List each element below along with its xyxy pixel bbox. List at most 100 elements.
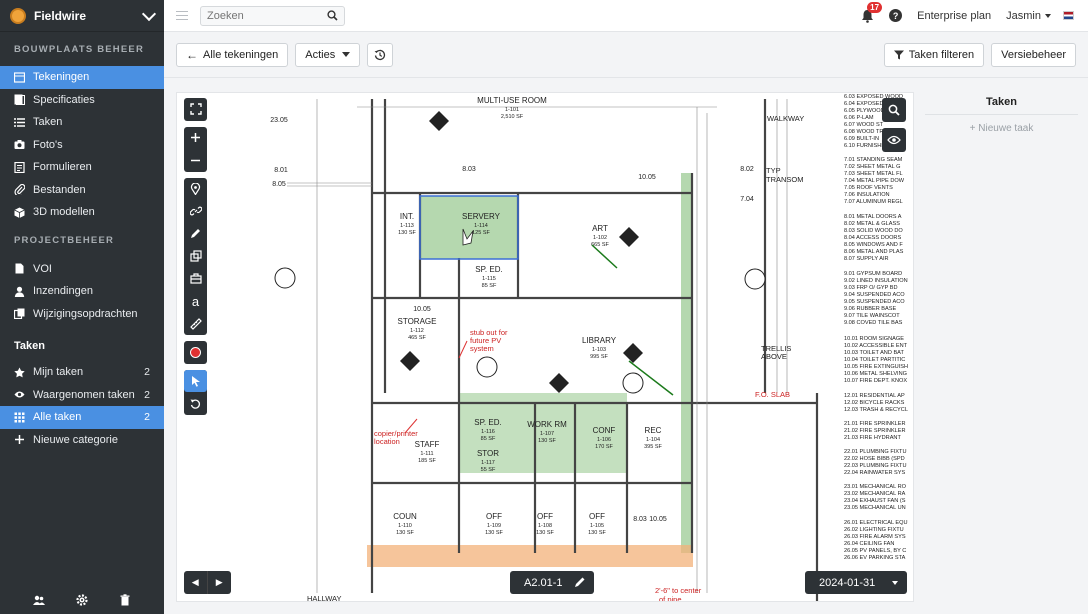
flag-nl-icon[interactable] — [1063, 11, 1074, 20]
caret-down-icon[interactable] — [1045, 13, 1051, 18]
project-switcher[interactable]: Fieldwire — [0, 0, 164, 32]
paperclip-icon — [14, 184, 25, 196]
nav-label: Formulieren — [33, 161, 92, 174]
legend-entry: 8.06 METAL AND PLAS — [844, 249, 904, 255]
grid-icon — [14, 412, 25, 423]
keynote-tag: 10.05 — [649, 516, 667, 523]
list-icon — [14, 118, 25, 127]
link-tool[interactable] — [184, 200, 207, 223]
all-drawings-button[interactable]: ← Alle tekeningen — [176, 42, 289, 67]
select-tool[interactable] — [184, 369, 207, 392]
zoom-out-button[interactable] — [184, 149, 207, 172]
menu-icon[interactable] — [176, 11, 188, 20]
legend-entry: 26.03 FIRE ALARM SYS — [844, 534, 906, 540]
legend-entry: 10.05 FIRE EXTINGUISH — [844, 364, 908, 370]
legend-entry: 10.07 FIRE DEPT. KNOX — [844, 378, 907, 384]
trash-icon[interactable] — [119, 594, 131, 606]
pencil-icon[interactable] — [574, 576, 586, 588]
keynote-tag: 7.04 — [740, 196, 754, 203]
keynote-tag: 8.03 — [462, 166, 476, 173]
pin-tool[interactable] — [184, 178, 207, 201]
drawing-tools: a — [184, 98, 207, 421]
filter-tasks-button[interactable]: Taken filteren — [883, 42, 985, 67]
notification-badge: 17 — [867, 1, 883, 13]
visibility-button[interactable] — [882, 128, 906, 152]
drawings-icon — [14, 72, 25, 83]
sidebar-item-wijzigingsopdrachten[interactable]: Wijzigingsopdrachten — [0, 303, 164, 326]
legend-entry: 9.06 RUBBER BASE — [844, 306, 897, 312]
measure-tool[interactable] — [184, 313, 207, 336]
toolbox-tool[interactable] — [184, 268, 207, 291]
sidebar-item-specificaties[interactable]: Specificaties — [0, 89, 164, 112]
undo-tool[interactable] — [184, 392, 207, 415]
room-area: 85 SF — [481, 436, 496, 442]
legend-entry: 7.07 ALUMINUM REGL — [844, 199, 903, 205]
next-sheet-button[interactable]: ▶ — [208, 571, 232, 594]
room-area: 130 SF — [396, 530, 414, 536]
sidebar-item-tekeningen[interactable]: Tekeningen — [0, 66, 164, 89]
search-drawing-button[interactable] — [882, 98, 906, 122]
search-input[interactable] — [207, 9, 327, 22]
sidebar-item-voi[interactable]: VOI — [0, 258, 164, 281]
sidebar-item-3d-modellen[interactable]: 3D modellen — [0, 201, 164, 224]
chevron-down-icon[interactable] — [141, 6, 157, 21]
room-area: 130 SF — [538, 438, 556, 444]
shapes-tool[interactable] — [184, 245, 207, 268]
plan-link[interactable]: Enterprise plan — [917, 10, 991, 22]
legend-entry: 7.05 ROOF VENTS — [844, 185, 893, 191]
room-name: WORK RM — [527, 420, 567, 429]
version-date-selector[interactable]: 2024-01-31 — [805, 571, 907, 594]
sidebar-item-foto-s[interactable]: Foto's — [0, 134, 164, 157]
legend-entry: 7.03 SHEET METAL FL — [844, 171, 903, 177]
color-picker[interactable] — [184, 341, 207, 364]
history-button[interactable] — [367, 42, 394, 67]
gear-icon[interactable] — [76, 594, 88, 606]
sheet-navigation: ◀ ▶ — [184, 571, 231, 594]
legend-entry: 10.04 TOILET PARTITIC — [844, 357, 905, 363]
new-task-button[interactable]: + Nieuwe taak — [915, 123, 1088, 134]
search-icon[interactable] — [327, 10, 338, 21]
filter-icon — [893, 50, 904, 59]
legend-entry: 9.01 GYPSUM BOARD — [844, 271, 902, 277]
sidebar-item-bestanden[interactable]: Bestanden — [0, 179, 164, 202]
sidebar-item-inzendingen[interactable]: Inzendingen — [0, 280, 164, 303]
legend-entry: 9.05 SUSPENDED ACO — [844, 299, 905, 305]
user-menu[interactable]: Jasmin — [1006, 10, 1041, 22]
notifications-button[interactable]: 17 — [861, 1, 883, 23]
version-date: 2024-01-31 — [819, 576, 876, 589]
nav-label: Alle taken — [33, 411, 82, 424]
previous-sheet-button[interactable]: ◀ — [184, 571, 208, 594]
help-icon[interactable]: ? — [889, 9, 903, 22]
room-area: 130 SF — [588, 530, 606, 536]
room-number: 1-116 — [481, 429, 495, 435]
task-filter-mijn-taken[interactable]: Mijn taken 2 — [0, 361, 164, 384]
version-control-button[interactable]: Versiebeheer — [991, 42, 1076, 67]
room-area: 55 SF — [481, 467, 496, 473]
drawing-canvas[interactable]: MULTI-USE ROOM 1-101 2,510 SF SERVERY 1-114 1… — [176, 92, 914, 602]
room-name: STAFF — [415, 440, 440, 449]
room-area: 170 SF — [595, 444, 613, 450]
legend-entry: 9.03 FRP O/ GYP BD — [844, 285, 898, 291]
room-number: 1-105 — [590, 523, 604, 529]
section-title-project-management: PROJECTBEHEER — [14, 235, 115, 246]
pen-tool[interactable] — [184, 223, 207, 246]
people-icon[interactable] — [33, 594, 46, 606]
user-icon — [14, 286, 25, 297]
floor-plan-drawing[interactable]: MULTI-USE ROOM1-1012,510 SFSERVERY1-1141… — [177, 93, 914, 602]
room-number: 1-109 — [487, 523, 501, 529]
actions-dropdown[interactable]: Acties — [295, 42, 361, 67]
zoom-in-button[interactable] — [184, 127, 207, 150]
caret-down-icon — [342, 52, 351, 57]
fit-to-screen-button[interactable] — [184, 98, 207, 121]
sidebar-item-taken[interactable]: Taken — [0, 111, 164, 134]
task-filter-waargenomen-taken[interactable]: Waargenomen taken 2 — [0, 384, 164, 407]
map-pin-icon — [190, 182, 201, 195]
legend-entry: 22.03 PLUMBING FIXTU — [844, 463, 906, 469]
sheet-selector[interactable]: A2.01-1 — [510, 571, 594, 594]
search-box[interactable] — [200, 5, 345, 26]
cursor-icon — [191, 375, 200, 387]
sidebar-item-formulieren[interactable]: Formulieren — [0, 156, 164, 179]
task-filter-alle-taken[interactable]: Alle taken 2 — [0, 406, 164, 429]
text-tool[interactable]: a — [184, 290, 207, 313]
task-filter-nieuwe-categorie[interactable]: Nieuwe categorie — [0, 429, 164, 452]
